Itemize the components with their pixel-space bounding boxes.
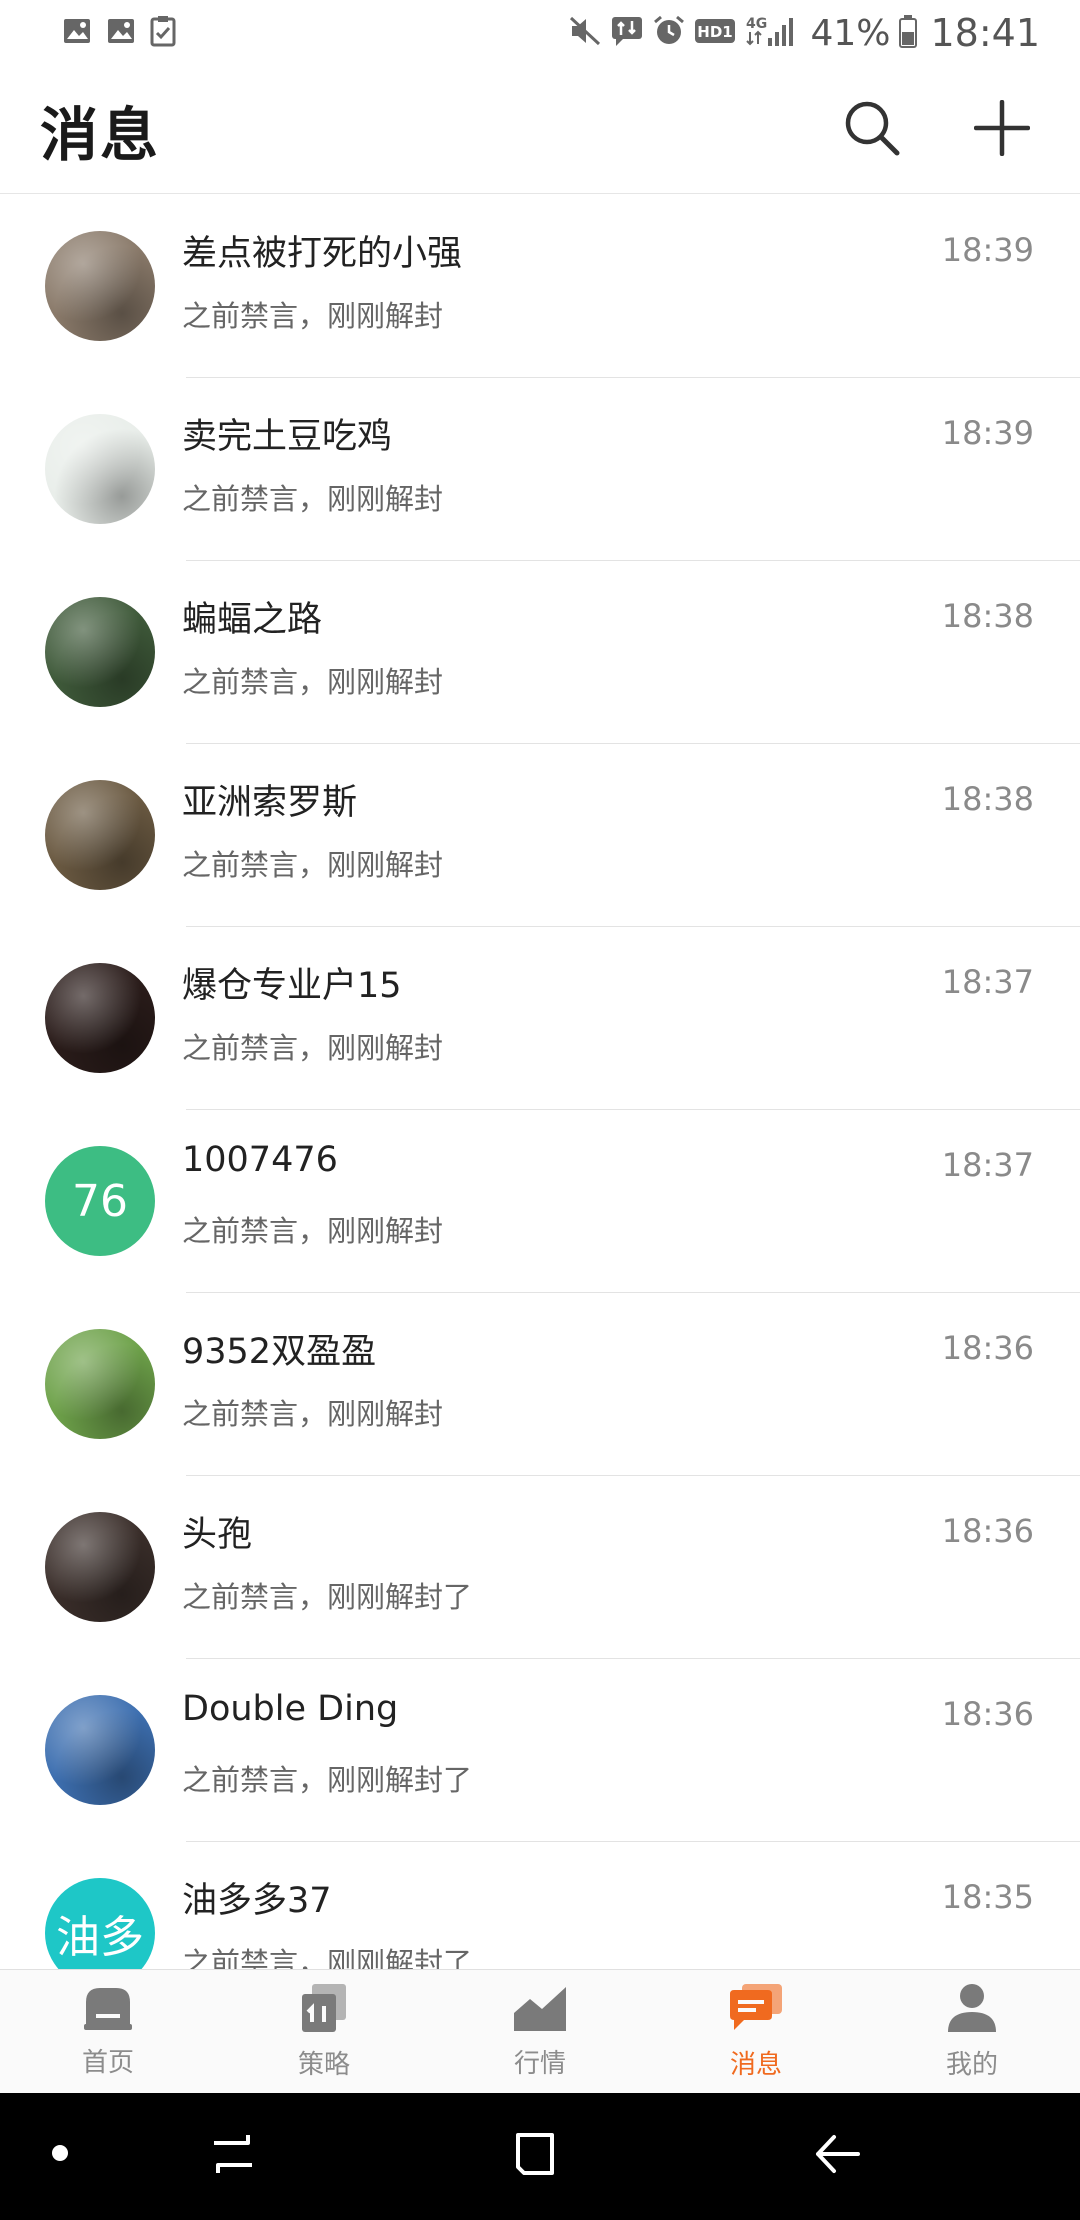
chat-icon <box>728 1982 784 2038</box>
conversation-item[interactable]: 亚洲索罗斯之前禁言，刚刚解封 18:38 <box>0 744 1080 927</box>
image-icon <box>106 16 136 50</box>
tab-profile[interactable]: 我的 <box>864 1970 1080 2093</box>
conversation-item[interactable]: 头孢之前禁言，刚刚解封了 18:36 <box>0 1476 1080 1659</box>
search-button[interactable] <box>834 92 910 168</box>
add-button[interactable] <box>964 92 1040 168</box>
svg-text:4G: 4G <box>746 16 767 32</box>
clipboard-check-icon <box>150 15 176 51</box>
conversation-item[interactable]: 76 1007476 之前禁言，刚刚解封 18:37 <box>0 1110 1080 1293</box>
plus-icon <box>973 99 1031 160</box>
avatar-initials: 油多 <box>56 1912 144 1963</box>
recents-icon[interactable] <box>208 2129 258 2179</box>
mute-icon <box>568 15 602 51</box>
conversation-name: 蝙蝠之路 <box>182 600 323 640</box>
avatar[interactable] <box>45 414 155 524</box>
conversation-name: 头孢 <box>182 1515 253 1555</box>
conversation-item[interactable]: 卖完土豆吃鸡之前禁言，刚刚解封 18:39 <box>0 378 1080 561</box>
conversation-name: Double Ding <box>182 1689 399 1729</box>
conversation-item[interactable]: 差点被打死的小强之前禁言，刚刚解封 18:39 <box>0 195 1080 378</box>
home-square-icon[interactable] <box>510 2129 560 2179</box>
conversation-name: 卖完土豆吃鸡 <box>182 417 393 457</box>
market-chart-icon <box>512 1981 568 2037</box>
conversation-time: 18:36 <box>941 1695 1034 1733</box>
tab-label: 行情 <box>513 2049 566 2079</box>
profile-icon <box>946 1982 998 2038</box>
bottom-tab-bar: 首页 策略 行情 消息 我的 <box>0 1969 1080 2093</box>
conversation-preview: 之前禁言，刚刚解封 <box>182 1397 444 1431</box>
search-icon <box>843 99 901 161</box>
conversation-preview: 之前禁言，刚刚解封 <box>182 1214 444 1248</box>
phone-screen: HD1 4G 41% 18:41 消息 差点被打死的小强 之前禁言，刚刚解封 1… <box>0 0 1080 2220</box>
header-actions <box>780 92 1040 168</box>
conversation-time: 18:36 <box>941 1512 1034 1550</box>
back-icon[interactable] <box>812 2129 862 2179</box>
page-title: 消息 <box>40 100 161 169</box>
avatar[interactable]: 油多 <box>45 1878 155 1969</box>
tab-strategy[interactable]: 策略 <box>216 1970 432 2093</box>
dot-icon[interactable] <box>50 2143 70 2163</box>
avatar[interactable] <box>45 780 155 890</box>
conversation-name: 油多多37 <box>182 1881 332 1921</box>
clock-time: 18:41 <box>930 11 1040 55</box>
status-bar-left <box>62 15 190 51</box>
conversation-preview: 之前禁言，刚刚解封 <box>182 299 444 333</box>
avatar[interactable]: 76 <box>45 1146 155 1256</box>
conversation-time: 18:39 <box>941 231 1034 269</box>
conversation-preview: 之前禁言，刚刚解封 <box>182 665 444 699</box>
conversation-time: 18:37 <box>941 963 1034 1001</box>
app-header: 消息 <box>0 66 1080 194</box>
conversation-time: 18:35 <box>941 1878 1034 1916</box>
status-bar: HD1 4G 41% 18:41 <box>0 0 1080 66</box>
conversation-preview: 之前禁言，刚刚解封 <box>182 1031 444 1065</box>
battery-icon <box>898 14 918 52</box>
conversation-item[interactable]: 油多 油多多37 之前禁言，刚刚解封了 18:35 <box>0 1842 1080 1969</box>
hd-icon: HD1 <box>694 16 736 50</box>
image-icon <box>62 16 92 50</box>
conversation-time: 18:37 <box>941 1146 1034 1184</box>
avatar[interactable] <box>45 1695 155 1805</box>
conversation-preview: 之前禁言，刚刚解封了 <box>182 1580 473 1614</box>
conversation-name: 差点被打死的小强 <box>182 234 463 274</box>
system-nav-bar <box>0 2093 1080 2220</box>
tab-label: 首页 <box>81 2048 134 2078</box>
conversation-item[interactable]: 9352双盈盈之前禁言，刚刚解封 18:36 <box>0 1293 1080 1476</box>
tab-label: 策略 <box>297 2050 350 2080</box>
conversation-name: 爆仓专业户15 <box>182 966 402 1006</box>
conversation-item[interactable]: 爆仓专业户15 之前禁言，刚刚解封 18:37 <box>0 927 1080 1110</box>
conversation-time: 18:38 <box>941 597 1034 635</box>
strategy-icon <box>298 1982 350 2038</box>
conversation-name: 1007476 <box>182 1140 338 1180</box>
conversation-preview: 之前禁言，刚刚解封了 <box>182 1763 473 1797</box>
conversation-time: 18:39 <box>941 414 1034 452</box>
status-bar-right: HD1 4G 41% 18:41 <box>560 11 1040 55</box>
conversation-item[interactable]: Double Ding 之前禁言，刚刚解封了 18:36 <box>0 1659 1080 1842</box>
conversation-name: 亚洲索罗斯 <box>182 783 358 823</box>
tab-chat[interactable]: 消息 <box>648 1970 864 2093</box>
tab-label: 我的 <box>945 2050 998 2080</box>
conversation-preview: 之前禁言，刚刚解封 <box>182 848 444 882</box>
alarm-icon <box>652 15 686 51</box>
avatar[interactable] <box>45 1512 155 1622</box>
tab-label: 消息 <box>729 2050 782 2080</box>
conversation-preview: 之前禁言，刚刚解封 <box>182 482 444 516</box>
conversation-item[interactable]: 蝙蝠之路之前禁言，刚刚解封 18:38 <box>0 561 1080 744</box>
conversation-preview: 之前禁言，刚刚解封了 <box>182 1946 473 1969</box>
avatar-initials: 76 <box>72 1175 128 1227</box>
avatar[interactable] <box>45 1329 155 1439</box>
avatar[interactable] <box>45 963 155 1073</box>
data-sync-icon <box>610 15 644 51</box>
home-icon <box>82 1984 134 2036</box>
avatar[interactable] <box>45 597 155 707</box>
conversation-time: 18:38 <box>941 780 1034 818</box>
conversation-time: 18:36 <box>941 1329 1034 1367</box>
avatar[interactable] <box>45 231 155 341</box>
battery-percent: 41% <box>810 12 891 54</box>
4g-signal-icon: 4G <box>744 14 800 52</box>
tab-home[interactable]: 首页 <box>0 1970 216 2093</box>
svg-text:HD1: HD1 <box>698 23 733 41</box>
tab-market-chart[interactable]: 行情 <box>432 1970 648 2093</box>
conversation-list[interactable]: 差点被打死的小强 之前禁言，刚刚解封 18:39 卖完土豆吃鸡 之前禁言，刚刚解封 18:… <box>0 195 1080 1969</box>
conversation-name: 9352双盈盈 <box>182 1332 377 1372</box>
